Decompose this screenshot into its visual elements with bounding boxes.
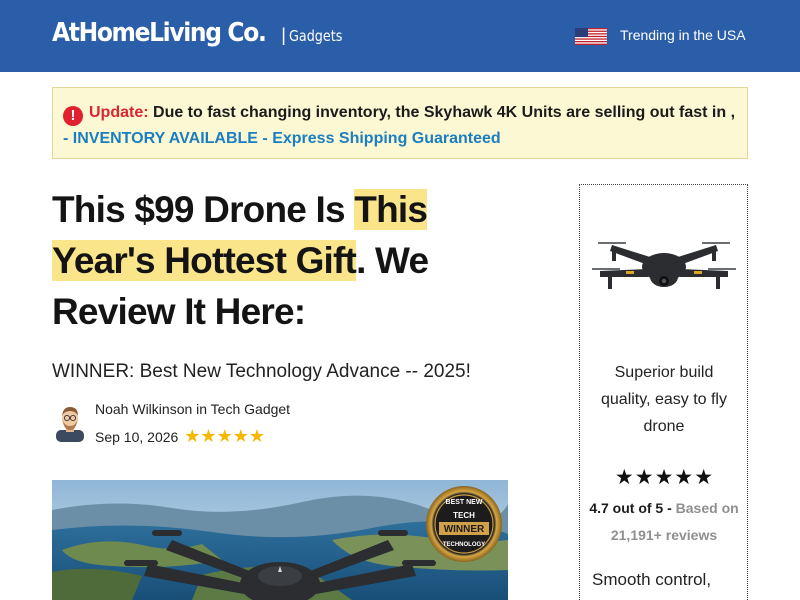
publish-date: Sep 10, 2026 [95, 428, 179, 445]
site-header: AtHomeLiving Co. | Gadgets Trending in t… [0, 0, 800, 72]
author-byline[interactable]: Noah Wilkinson in Tech Gadget [95, 401, 290, 417]
inventory-link[interactable]: - INVENTORY AVAILABLE - Express Shipping… [63, 130, 501, 147]
product-drone-image[interactable] [590, 231, 738, 311]
badge-line3: WINNER [444, 524, 485, 535]
subheadline: WINNER: Best New Technology Advance -- 2… [52, 361, 471, 382]
rating-score: 4.7 out of 5 - [589, 500, 676, 516]
product-sidebar: Superior build quality, easy to fly dron… [579, 184, 748, 600]
update-label: Update: [89, 104, 149, 121]
hero-drone-image: BEST NEW TECH WINNER TECHNOLOGY [52, 480, 508, 600]
brand-section: Gadgets [288, 27, 343, 45]
headline-part1: This $99 Drone Is [52, 189, 355, 230]
product-rating-text: 4.7 out of 5 - Based on 21,191+ reviews [584, 495, 744, 549]
product-rating-stars: ★★★★★ [614, 466, 715, 489]
update-text: Due to fast changing inventory, the Skyh… [148, 104, 736, 121]
brand-name: AtHomeLiving Co. [52, 18, 267, 48]
us-flag-icon [575, 28, 607, 45]
badge-line4: TECHNOLOGY [443, 542, 485, 548]
brand-separator: | [281, 25, 286, 45]
trending-label: Trending in the USA [620, 27, 746, 43]
update-banner: ! Update: Due to fast changing inventory,… [52, 87, 748, 159]
author-avatar [56, 407, 84, 442]
alert-icon: ! [63, 106, 83, 126]
page-title: This $99 Drone Is This Year's Hottest Gi… [52, 184, 522, 337]
publish-date-row: Sep 10, 2026 ★★★★★ [95, 426, 265, 447]
product-description: Superior build quality, easy to fly dron… [601, 364, 727, 435]
badge-line1: BEST NEW [446, 499, 483, 506]
brand-logo[interactable]: AtHomeLiving Co. | Gadgets [52, 18, 352, 48]
badge-line2: TECH [453, 511, 475, 520]
product-feature-text: Smooth control, [592, 570, 712, 589]
winner-badge: BEST NEW TECH WINNER TECHNOLOGY [426, 486, 502, 562]
article-rating-stars: ★★★★★ [184, 426, 265, 446]
